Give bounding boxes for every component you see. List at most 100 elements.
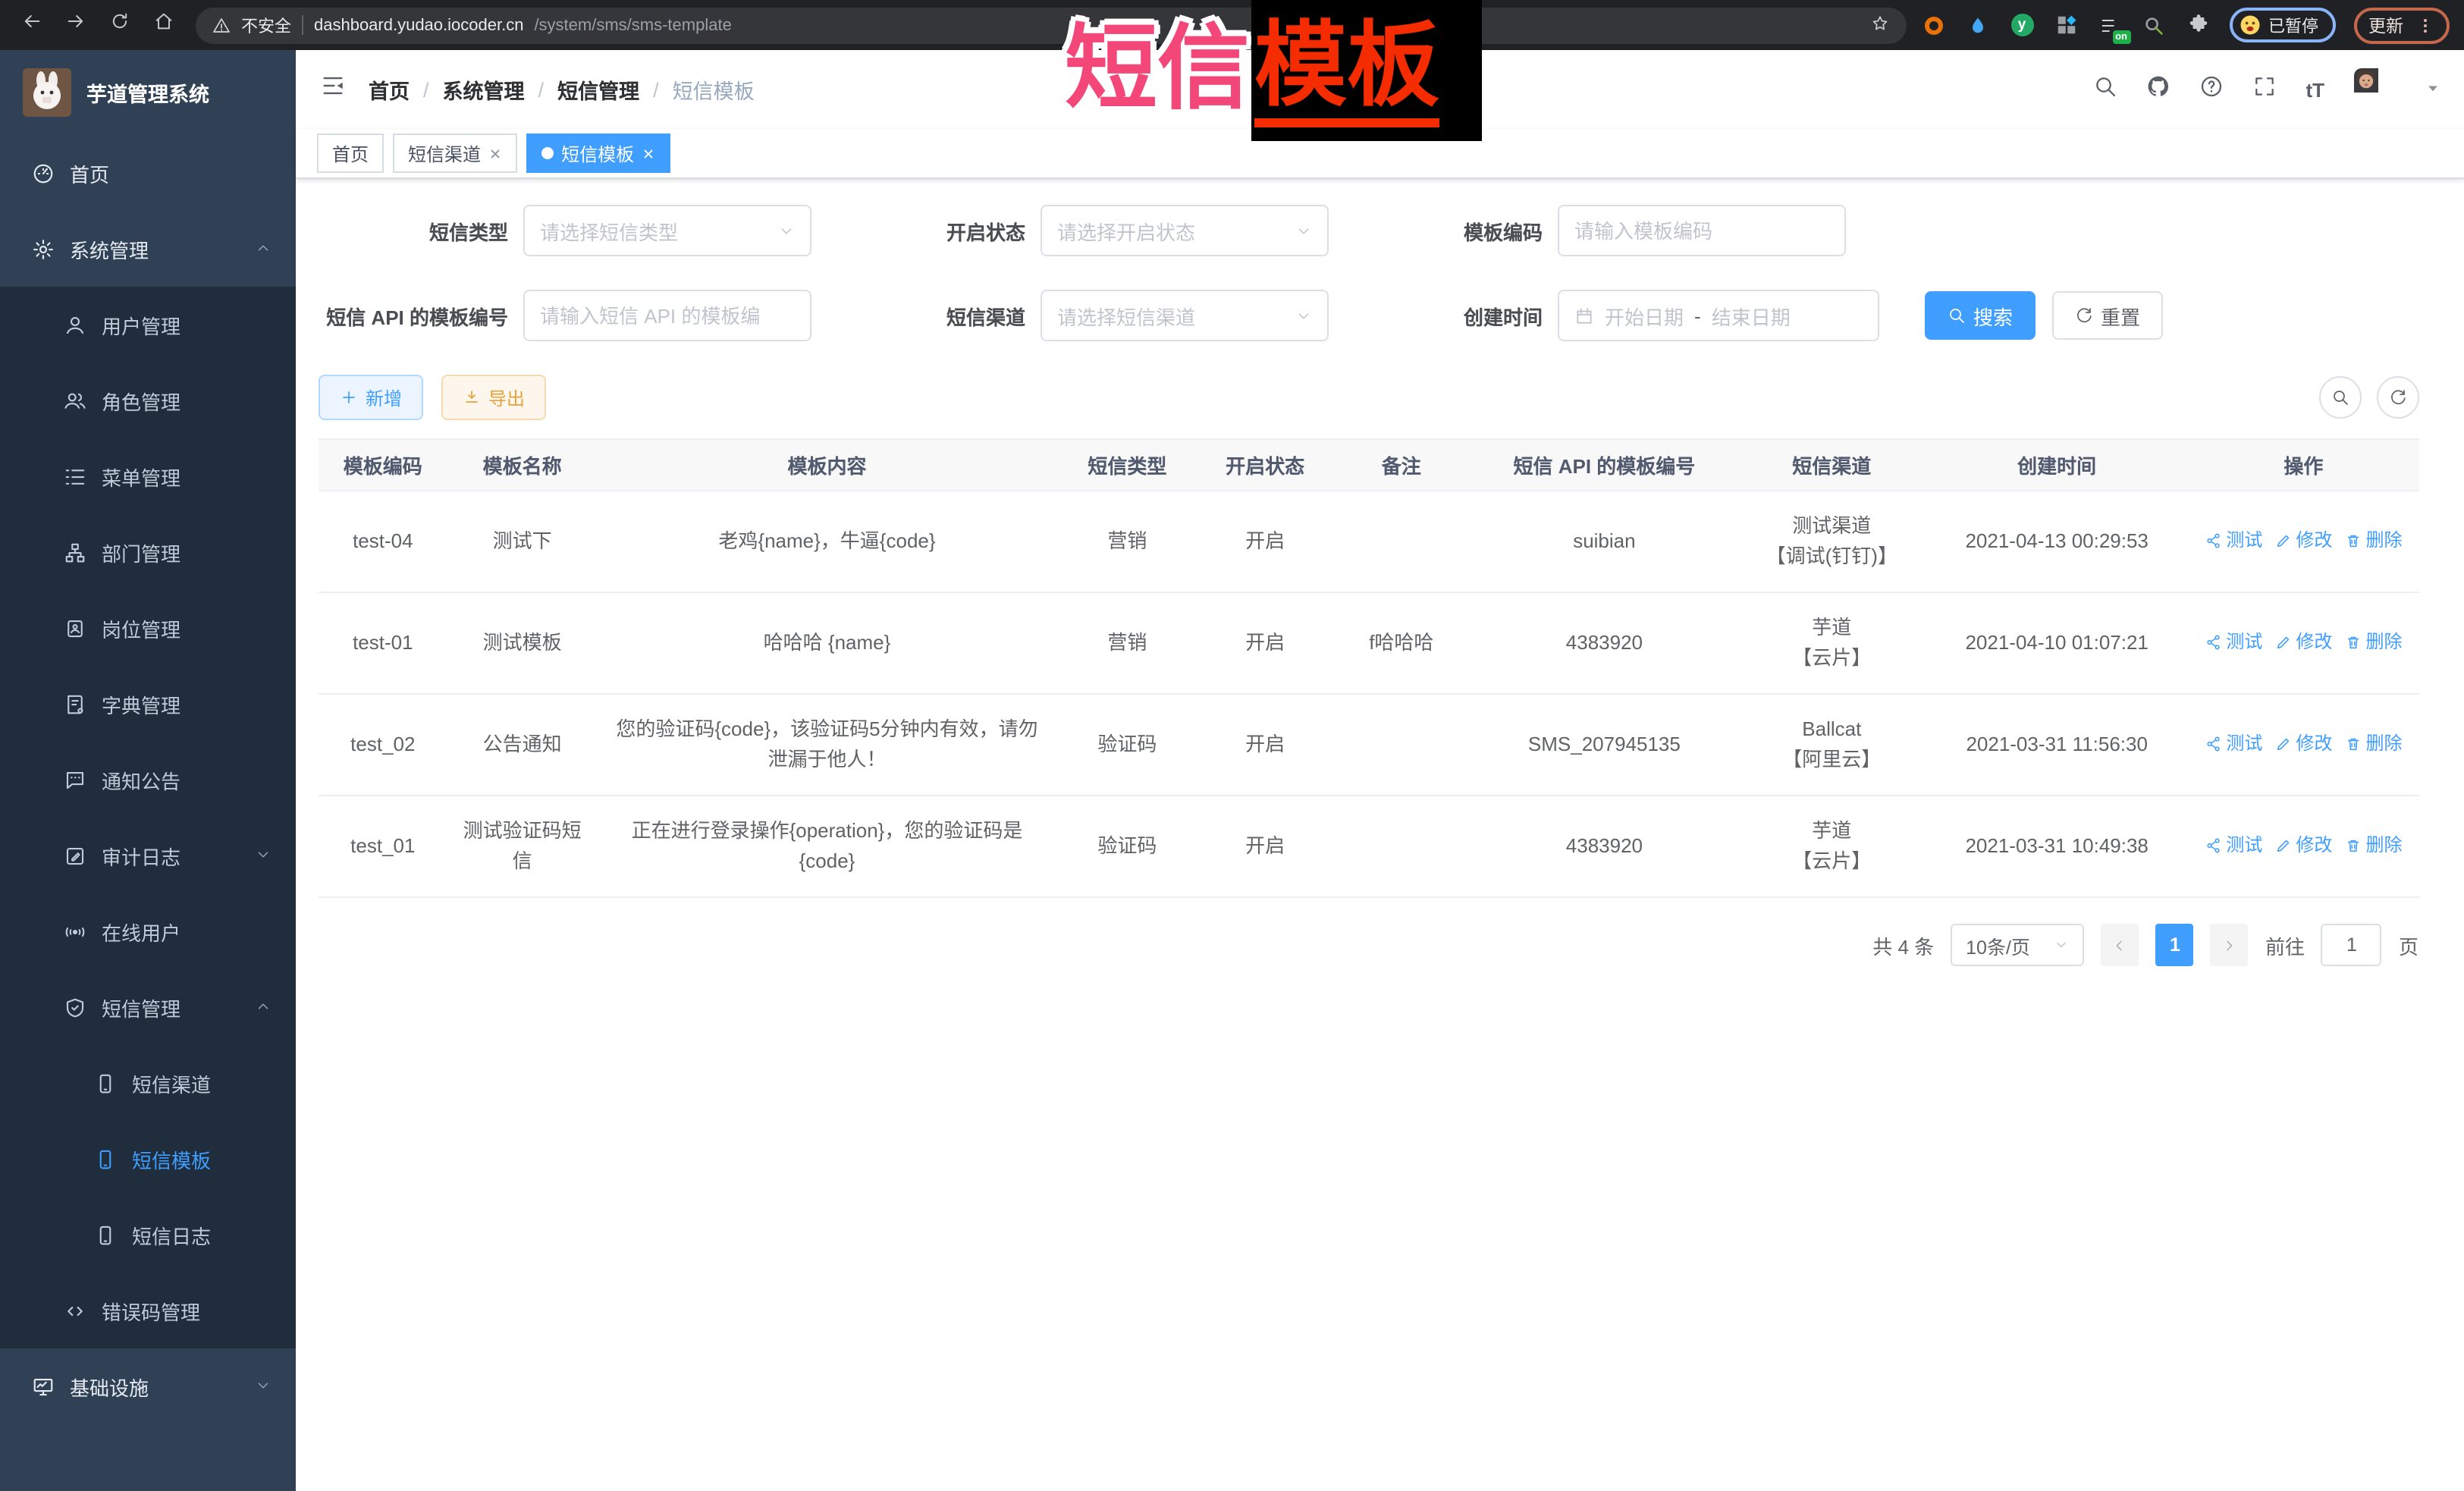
chevron-down-icon (255, 844, 272, 867)
search-icon (2331, 388, 2349, 406)
badge-icon (64, 617, 86, 639)
extension-grid-icon[interactable] (2053, 12, 2079, 38)
extension-list-icon[interactable]: on (2097, 12, 2123, 38)
test-link[interactable]: 测试 (2205, 627, 2262, 658)
page-size-select[interactable]: 10条/页 (1951, 924, 2085, 966)
sidebar-item-users[interactable]: 用户管理 (0, 287, 296, 363)
chevron-down-icon (1295, 307, 1312, 324)
status-select[interactable]: 请选择开启状态 (1041, 205, 1329, 256)
edit-link[interactable]: 修改 (2274, 729, 2332, 759)
prev-page-button[interactable] (2101, 924, 2139, 966)
browser-toolbar: 不安全 dashboard.yudao.iocoder.cn/system/sm… (0, 0, 2464, 50)
puzzle-extensions-icon[interactable] (2185, 12, 2211, 38)
tab-sms-channel[interactable]: 短信渠道 (393, 133, 517, 173)
forward-button[interactable] (65, 11, 86, 39)
breadcrumb-system[interactable]: 系统管理 (443, 74, 525, 105)
back-button[interactable] (21, 11, 42, 39)
hamburger-collapse-icon[interactable] (320, 73, 346, 106)
edit-icon (2274, 837, 2291, 854)
browser-update-button[interactable]: 更新 (2353, 7, 2449, 43)
next-page-button[interactable] (2211, 924, 2249, 966)
sidebar-item-error-codes[interactable]: 错误码管理 (0, 1273, 296, 1348)
sidebar-item-notices[interactable]: 通知公告 (0, 742, 296, 818)
profile-paused-chip[interactable]: 已暂停 (2229, 8, 2335, 42)
app-logo[interactable]: 芋道管理系统 (0, 50, 296, 135)
channel-select[interactable]: 请选择短信渠道 (1041, 290, 1329, 341)
extension-y-icon[interactable]: y (2009, 12, 2035, 38)
app-title: 芋道管理系统 (86, 77, 209, 108)
sidebar-item-audit-log[interactable]: 审计日志 (0, 818, 296, 893)
breadcrumb-sms[interactable]: 短信管理 (557, 74, 639, 105)
plus-icon (340, 388, 358, 406)
share-icon (2205, 634, 2221, 651)
create-time-label: 创建时间 (1383, 301, 1543, 330)
chevron-right-icon (2221, 937, 2238, 953)
sidebar-item-sms[interactable]: 短信管理 (0, 969, 296, 1045)
extension-drop-icon[interactable] (1965, 12, 1991, 38)
sidebar-item-sms-template[interactable]: 短信模板 (0, 1121, 296, 1197)
delete-link[interactable]: 删除 (2344, 627, 2402, 658)
date-range-picker[interactable]: 开始日期 - 结束日期 (1558, 290, 1879, 341)
reload-button[interactable] (109, 11, 130, 39)
screen: 不安全 dashboard.yudao.iocoder.cn/system/sm… (0, 0, 2464, 1491)
tab-home[interactable]: 首页 (317, 133, 384, 173)
avatar[interactable] (2353, 68, 2396, 111)
close-icon[interactable] (642, 146, 655, 160)
api-template-input[interactable] (525, 291, 810, 340)
export-button[interactable]: 导出 (441, 375, 546, 420)
sidebar-item-roles[interactable]: 角色管理 (0, 363, 296, 438)
home-button[interactable] (153, 11, 174, 39)
fullscreen-icon[interactable] (2252, 74, 2277, 105)
trash-icon (2344, 837, 2361, 854)
sidebar-item-system[interactable]: 系统管理 (0, 211, 296, 287)
template-code-input[interactable] (1559, 206, 1844, 255)
sidebar-item-sms-log[interactable]: 短信日志 (0, 1197, 296, 1273)
sidebar-item-menus[interactable]: 菜单管理 (0, 438, 296, 514)
sms-type-select[interactable]: 请选择短信类型 (523, 205, 811, 256)
sidebar-item-sms-channel[interactable]: 短信渠道 (0, 1045, 296, 1121)
edit-link[interactable]: 修改 (2274, 627, 2332, 658)
filter-row-2: 短信 API 的模板编号 短信渠道 请选择短信渠道 创建时间 (319, 290, 2418, 341)
test-link[interactable]: 测试 (2205, 830, 2262, 861)
tab-sms-template[interactable]: 短信模板 (526, 133, 670, 173)
close-icon[interactable] (488, 146, 502, 160)
extension-ring-icon[interactable] (1921, 12, 1947, 38)
sidebar-item-online-users[interactable]: 在线用户 (0, 893, 296, 969)
sidebar-item-infrastructure[interactable]: 基础设施 (0, 1348, 296, 1424)
test-link[interactable]: 测试 (2205, 729, 2262, 759)
template-code-label: 模板编码 (1383, 216, 1543, 245)
search-button[interactable]: 搜索 (1925, 291, 2036, 340)
url-separator (302, 15, 303, 35)
test-link[interactable]: 测试 (2205, 526, 2262, 556)
github-icon[interactable] (2146, 74, 2171, 105)
delete-link[interactable]: 删除 (2344, 830, 2402, 861)
caret-down-icon[interactable] (2425, 76, 2440, 103)
help-icon[interactable] (2199, 74, 2224, 105)
table-tools (2318, 376, 2418, 419)
add-button[interactable]: 新增 (319, 375, 423, 420)
extensions-area: y on 已暂停 更新 (1921, 7, 2449, 43)
breadcrumb-home[interactable]: 首页 (369, 74, 410, 105)
url-bar[interactable]: 不安全 dashboard.yudao.iocoder.cn/system/sm… (196, 7, 1906, 43)
extension-magnifier-icon[interactable] (2141, 12, 2167, 38)
sidebar-item-posts[interactable]: 岗位管理 (0, 590, 296, 666)
delete-link[interactable]: 删除 (2344, 526, 2402, 556)
sidebar-item-dictionary[interactable]: 字典管理 (0, 666, 296, 742)
col-created: 创建时间 (1926, 439, 2189, 491)
share-icon (2205, 532, 2221, 549)
search-icon[interactable] (2093, 74, 2117, 105)
edit-link[interactable]: 修改 (2274, 526, 2332, 556)
bookmark-star-icon[interactable] (1869, 13, 1889, 37)
refresh-table-button[interactable] (2376, 376, 2418, 419)
sidebar-item-departments[interactable]: 部门管理 (0, 514, 296, 590)
sidebar-item-home[interactable]: 首页 (0, 135, 296, 211)
page-number-current[interactable]: 1 (2156, 924, 2194, 966)
edit-link[interactable]: 修改 (2274, 830, 2332, 861)
goto-page-input[interactable] (2321, 924, 2382, 966)
message-icon (64, 768, 86, 791)
channel-label: 短信渠道 (866, 301, 1025, 330)
text-size-icon[interactable]: tT (2305, 78, 2324, 101)
toggle-search-button[interactable] (2318, 376, 2361, 419)
reset-button[interactable]: 重置 (2052, 291, 2163, 340)
delete-link[interactable]: 删除 (2344, 729, 2402, 759)
